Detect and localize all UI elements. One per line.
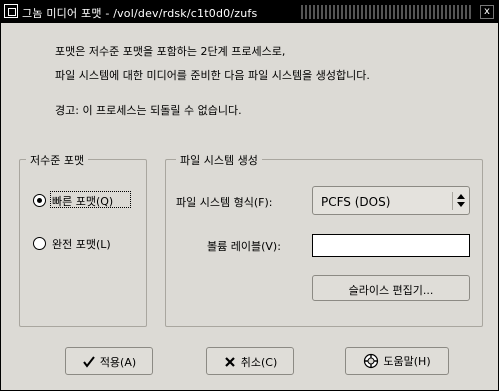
checkmark-icon xyxy=(83,356,95,368)
lifebuoy-help-icon xyxy=(364,353,379,369)
cancel-label: 취소(C) xyxy=(240,356,278,369)
apply-label: 적용(A) xyxy=(99,356,137,369)
filesystem-create-title: 파일 시스템 생성 xyxy=(176,152,262,168)
volume-label-label: 볼륨 레이블(V): xyxy=(207,240,281,253)
intro-line-1: 포맷은 저수준 포맷을 포함하는 2단계 프로세스로, xyxy=(55,45,286,58)
warning-text: 경고: 이 프로세스는 되돌릴 수 없습니다. xyxy=(55,104,242,117)
intro-line-2: 파일 시스템에 대한 미디어를 준비한 다음 파일 시스템을 생성합니다. xyxy=(55,69,370,82)
low-level-format-title: 저수준 포맷 xyxy=(26,152,89,168)
help-label: 도움말(H) xyxy=(383,355,431,368)
updown-arrows-icon xyxy=(452,192,465,210)
full-format-label[interactable]: 완전 포맷(L) xyxy=(52,236,111,252)
window-menu-icon[interactable] xyxy=(4,4,18,18)
slice-editor-button[interactable]: 슬라이스 편집기... xyxy=(312,275,470,301)
filesystem-type-value: PCFS (DOS) xyxy=(321,195,391,209)
window-title: 그놈 미디어 포맷 - /vol/dev/rdsk/c1t0d0/zufs xyxy=(22,7,258,20)
help-button[interactable]: 도움말(H) xyxy=(345,347,449,375)
full-format-radio-indicator[interactable] xyxy=(33,237,46,250)
close-x-icon xyxy=(224,357,235,367)
apply-button[interactable]: 적용(A) xyxy=(65,347,153,375)
volume-label-input[interactable] xyxy=(312,234,470,257)
title-bar-grip xyxy=(301,5,471,19)
filesystem-type-label: 파일 시스템 형식(F): xyxy=(176,196,273,209)
format-dialog: 그놈 미디어 포맷 - /vol/dev/rdsk/c1t0d0/zufs x … xyxy=(0,0,499,391)
close-icon[interactable]: x xyxy=(480,5,494,19)
quick-format-radio-indicator[interactable] xyxy=(33,194,46,207)
filesystem-type-select[interactable]: PCFS (DOS) xyxy=(312,186,470,215)
slice-editor-label: 슬라이스 편집기... xyxy=(348,284,434,297)
quick-format-label[interactable]: 빠른 포맷(Q) xyxy=(52,193,113,209)
title-bar[interactable]: 그놈 미디어 포맷 - /vol/dev/rdsk/c1t0d0/zufs x xyxy=(1,1,498,23)
cancel-button[interactable]: 취소(C) xyxy=(206,347,294,375)
